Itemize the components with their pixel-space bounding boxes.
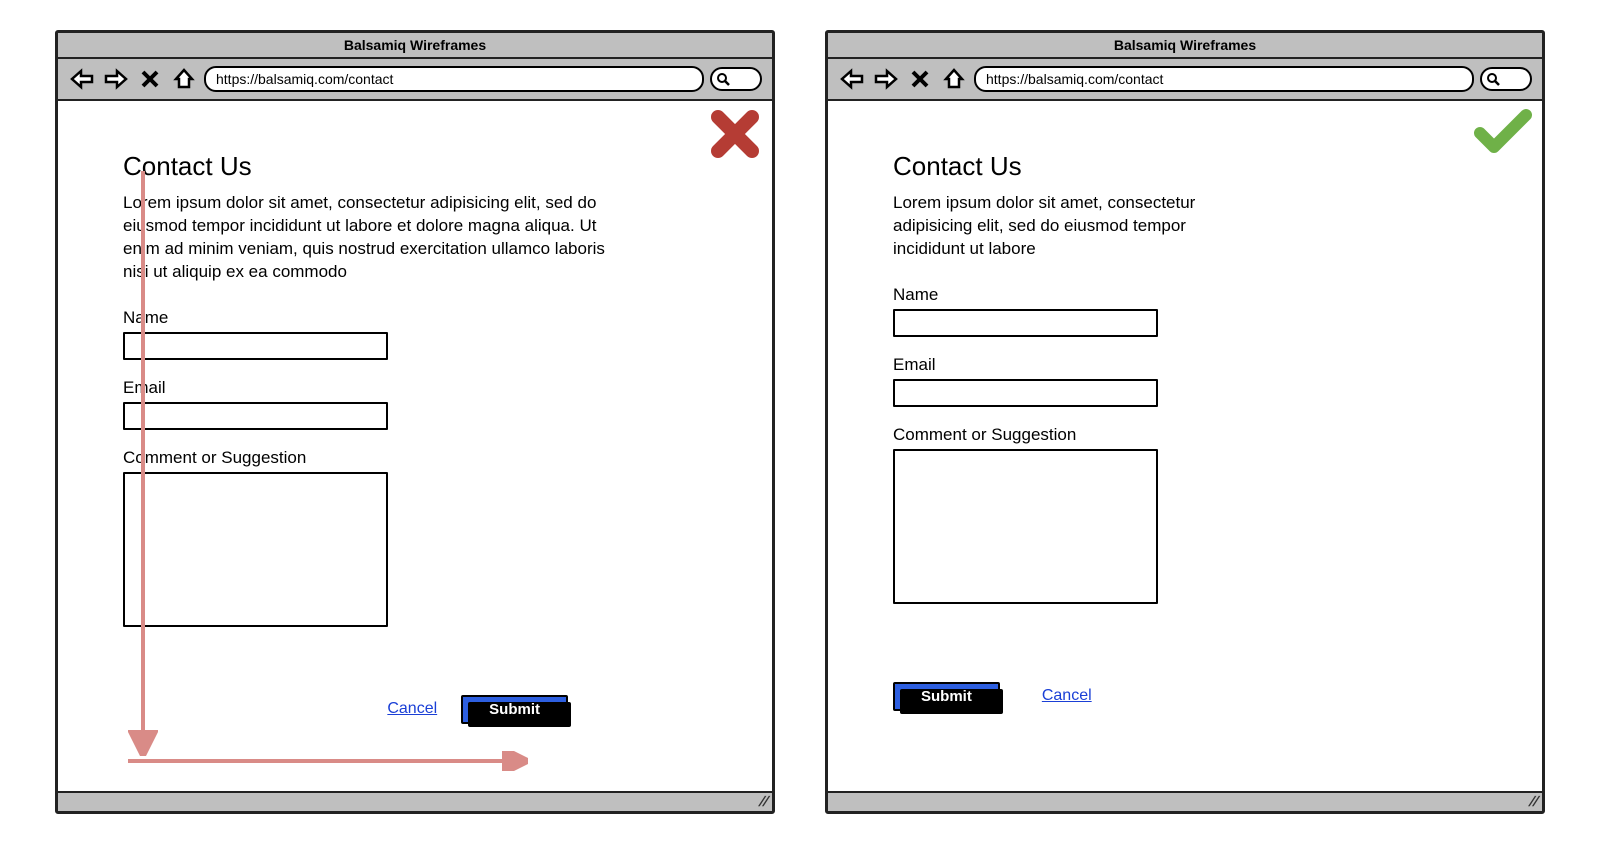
submit-button[interactable]: Submit	[461, 695, 568, 724]
email-label: Email	[893, 355, 1208, 375]
page-content: Contact Us Lorem ipsum dolor sit amet, c…	[58, 101, 772, 791]
email-input[interactable]	[893, 379, 1158, 407]
browser-window-good: Balsamiq Wireframes https://balsamiq.com…	[825, 30, 1545, 814]
cancel-button[interactable]: Cancel	[387, 700, 437, 718]
status-bar: //	[58, 791, 772, 811]
cancel-button[interactable]: Cancel	[1042, 687, 1092, 705]
window-title: Balsamiq Wireframes	[828, 33, 1542, 59]
email-input[interactable]	[123, 402, 388, 430]
contact-form: Contact Us Lorem ipsum dolor sit amet, c…	[828, 101, 1258, 731]
intro-text: Lorem ipsum dolor sit amet, consectetur …	[123, 192, 628, 284]
comment-textarea[interactable]	[123, 472, 388, 627]
resize-grip-icon[interactable]: //	[1528, 793, 1540, 809]
horizontal-arrow-icon	[128, 751, 528, 771]
back-icon[interactable]	[838, 65, 866, 93]
contact-form: Contact Us Lorem ipsum dolor sit amet, c…	[58, 101, 678, 744]
search-oval[interactable]	[710, 67, 762, 91]
comment-label: Comment or Suggestion	[123, 448, 628, 468]
status-bar: //	[828, 791, 1542, 811]
name-label: Name	[123, 308, 628, 328]
forward-icon[interactable]	[872, 65, 900, 93]
window-title: Balsamiq Wireframes	[58, 33, 772, 59]
search-oval[interactable]	[1480, 67, 1532, 91]
home-icon[interactable]	[170, 65, 198, 93]
name-input[interactable]	[123, 332, 388, 360]
page-title: Contact Us	[123, 151, 628, 182]
search-icon	[716, 72, 730, 86]
comment-textarea[interactable]	[893, 449, 1158, 604]
resize-grip-icon[interactable]: //	[758, 793, 770, 809]
page-content: Contact Us Lorem ipsum dolor sit amet, c…	[828, 101, 1542, 791]
name-label: Name	[893, 285, 1208, 305]
intro-text: Lorem ipsum dolor sit amet, consectetur …	[893, 192, 1208, 261]
browser-window-bad: Balsamiq Wireframes https://balsamiq.com…	[55, 30, 775, 814]
email-label: Email	[123, 378, 628, 398]
comment-label: Comment or Suggestion	[893, 425, 1208, 445]
bad-example-icon	[708, 107, 762, 166]
name-input[interactable]	[893, 309, 1158, 337]
back-icon[interactable]	[68, 65, 96, 93]
form-actions: Submit Cancel	[893, 622, 1208, 711]
stop-icon[interactable]	[136, 65, 164, 93]
search-icon	[1486, 72, 1500, 86]
stop-icon[interactable]	[906, 65, 934, 93]
form-actions: Cancel Submit	[123, 645, 628, 724]
url-input[interactable]: https://balsamiq.com/contact	[974, 66, 1474, 92]
good-example-icon	[1474, 107, 1532, 160]
url-input[interactable]: https://balsamiq.com/contact	[204, 66, 704, 92]
forward-icon[interactable]	[102, 65, 130, 93]
home-icon[interactable]	[940, 65, 968, 93]
page-title: Contact Us	[893, 151, 1208, 182]
submit-button[interactable]: Submit	[893, 682, 1000, 711]
browser-toolbar: https://balsamiq.com/contact	[828, 59, 1542, 101]
browser-toolbar: https://balsamiq.com/contact	[58, 59, 772, 101]
